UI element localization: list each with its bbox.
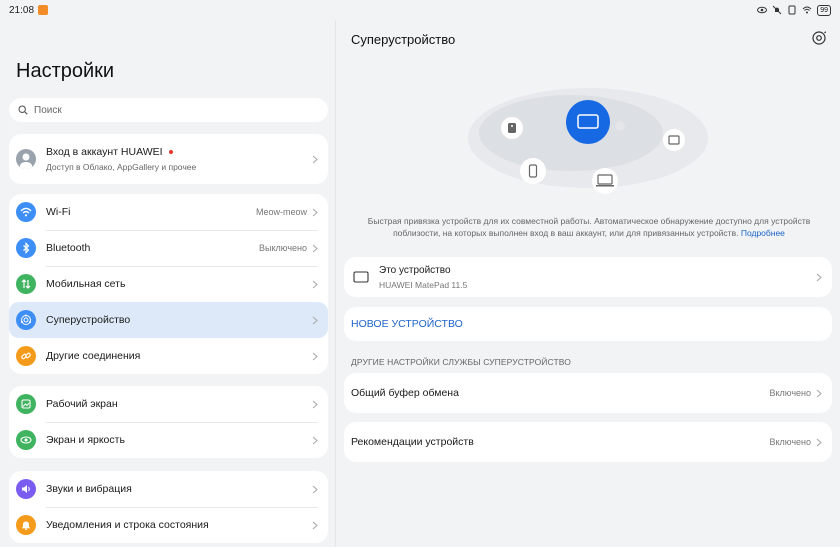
laptop-device-icon[interactable] [663,129,685,151]
bluetooth-icon [16,238,36,258]
sidebar-item-mobile-network[interactable]: Мобильная сеть [9,266,328,302]
home-screen-icon [16,394,36,414]
super-device-settings-icon[interactable] [811,30,827,46]
chevron-right-icon [312,316,318,324]
setting-label: Рекомендации устройств [351,436,474,448]
link-icon [16,346,36,366]
super-device-pane: Суперустройство Быстрая привязка устройс… [336,20,840,547]
bell-icon [16,515,36,535]
new-device-button[interactable]: НОВОЕ УСТРОЙСТВО [344,307,832,341]
sidebar-item-label: Мобильная сеть [46,278,126,290]
section-title: ДРУГИЕ НАСТРОЙКИ СЛУЖБЫ СУПЕРУСТРОЙСТВО [351,357,571,367]
sidebar-item-label: Wi-Fi [46,206,71,218]
search-input[interactable] [34,104,294,116]
pc-device-icon[interactable] [592,168,618,194]
chevron-right-icon [312,280,318,288]
sidebar-item-label: Другие соединения [46,350,141,362]
device-recommendations-row[interactable]: Рекомендации устройств Включено [344,422,832,462]
sidebar-item-wifi[interactable]: Wi-Fi Meow-meow [9,194,328,230]
chevron-right-icon [816,273,822,281]
chevron-right-icon [816,389,822,397]
shared-clipboard-row[interactable]: Общий буфер обмена Включено [344,373,832,413]
sidebar-item-label: Суперустройство [46,314,131,326]
eye-icon [16,430,36,450]
search-icon [18,105,28,115]
sidebar-item-label: Звуки и вибрация [46,483,132,495]
chevron-right-icon [312,352,318,360]
recommendations-card[interactable]: Рекомендации устройств Включено [344,422,832,462]
eye-comfort-icon [757,6,768,14]
mute-icon [772,5,782,15]
account-subtitle: Доступ в Облако, AppGallery и прочее [46,162,197,172]
sidebar-item-label: Уведомления и строка состояния [46,519,209,531]
clipboard-card[interactable]: Общий буфер обмена Включено [344,373,832,413]
this-device-title: Это устройство [379,264,451,276]
status-time: 21:08 [9,4,35,16]
sidebar-item-display-brightness[interactable]: Экран и яркость [9,422,328,458]
user-icon [20,153,32,169]
this-device-card[interactable]: Это устройство HUAWEI MatePad 11.5 [344,257,832,297]
sidebar-item-label: Bluetooth [46,242,91,254]
chevron-right-icon [312,436,318,444]
account-card[interactable]: Вход в аккаунт HUAWEI Доступ в Облако, A… [9,134,328,184]
setting-label: Общий буфер обмена [351,387,459,399]
chevron-right-icon [312,400,318,408]
search-bar[interactable] [9,98,328,122]
speaker-device-icon[interactable] [501,117,523,139]
sidebar-item-notifications[interactable]: Уведомления и строка состояния [9,507,328,543]
learn-more-link[interactable]: Подробнее [741,228,785,238]
tablet-icon [353,271,369,283]
sidebar-item-home-screen[interactable]: Рабочий экран [9,386,328,422]
sidebar-item-bluetooth[interactable]: Bluetooth Выключено [9,230,328,266]
super-device-icon [16,310,36,330]
connections-group: Wi-Fi Meow-meow Bluetooth Выключено Моби… [9,194,328,374]
sound-icon [16,479,36,499]
sidebar-item-label: Рабочий экран [46,398,118,410]
center-device-tablet-icon [566,100,610,144]
chevron-right-icon [312,244,318,252]
notification-dot [168,150,173,154]
setting-value: Включено [769,388,811,398]
wifi-status-icon [802,6,812,14]
chevron-right-icon [312,155,318,163]
chevron-right-icon [816,438,822,446]
display-group: Рабочий экран Экран и яркость [9,386,328,458]
super-device-diagram [468,88,708,194]
this-device-row[interactable]: Это устройство HUAWEI MatePad 11.5 [344,257,832,297]
sound-notification-group: Звуки и вибрация Уведомления и строка со… [9,471,328,543]
notification-icon [38,5,49,15]
sidebar-item-value: Meow-meow [255,207,307,217]
no-sim-icon [788,5,796,15]
chevron-right-icon [312,521,318,529]
battery-indicator: 99 [817,4,831,16]
setting-value: Включено [769,437,811,447]
this-device-model: HUAWEI MatePad 11.5 [379,279,468,290]
chevron-right-icon [312,485,318,493]
account-title: Вход в аккаунт HUAWEI [46,146,163,158]
mobile-network-icon [16,274,36,294]
detail-title: Суперустройство [351,32,456,47]
page-title: Настройки [16,60,115,82]
phone-device-icon[interactable] [520,158,546,184]
wifi-icon [16,202,36,222]
status-bar: 21:08 99 [0,0,840,20]
sidebar-item-other-connections[interactable]: Другие соединения [9,338,328,374]
sidebar-item-super-device[interactable]: Суперустройство [9,302,328,338]
sidebar-item-label: Экран и яркость [46,434,125,446]
sidebar-item-value: Выключено [259,243,307,253]
sidebar-item-sounds[interactable]: Звуки и вибрация [9,471,328,507]
description: Быстрая привязка устройств для их совмес… [356,215,822,239]
chevron-right-icon [312,208,318,216]
new-device-card[interactable]: НОВОЕ УСТРОЙСТВО [344,307,832,341]
avatar [16,149,36,169]
account-row[interactable]: Вход в аккаунт HUAWEI Доступ в Облако, A… [9,134,328,184]
